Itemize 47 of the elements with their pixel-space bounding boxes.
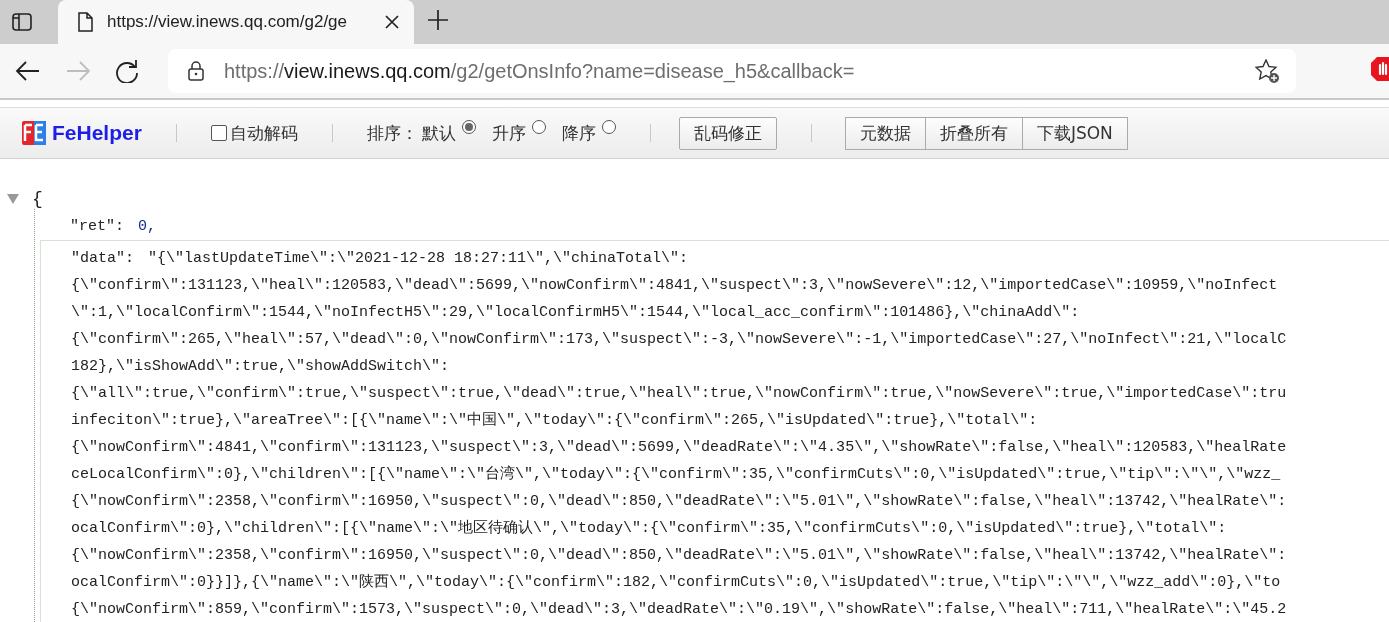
json-string-line: 182},\"isShowAdd\":true,\"showAddSwitch\": [71, 358, 450, 375]
back-icon[interactable] [15, 60, 41, 82]
json-string-line: {\"confirm\":131123,\"heal\":120583,\"dead\":5699,\"nowConfirm\":4841,\"suspect\":3,\"nowSevere\":12,\"importedCase\":10959,\"noInfect [71, 277, 1278, 294]
favorite-add-icon[interactable] [1255, 58, 1280, 84]
json-string-line: {\"nowConfirm\":2358,\"confirm\":16950,\"suspect\":0,\"dead\":850,\"deadRate\":\"5.01\",\"showRate\":false,\"heal\":13742,\"healRate\": [71, 547, 1287, 564]
radio-button[interactable] [601, 119, 616, 134]
json-string-line: "{\"lastUpdateTime\":\"2021-12-28 18:27:11\",\"chinaTotal\": [148, 250, 689, 267]
new-tab-icon[interactable] [428, 10, 448, 30]
toolbar-button[interactable]: 折叠所有 [924, 116, 1023, 150]
json-string-line: infeciton\":true},\"areaTree\":[{\"name\":\"中国\",\"today\":{\"confirm\":265,\"isUpdated\":true},\"total\": [71, 412, 1038, 429]
json-key: "ret": [70, 218, 124, 235]
toolbar-button[interactable]: 下载JSON [1021, 116, 1128, 150]
browser-tab[interactable]: https://view.inews.qq.com/g2/ge [58, 0, 414, 44]
json-brace: { [32, 189, 43, 209]
stop-hand-icon[interactable] [1371, 57, 1389, 81]
sort-label: 排序： [366, 121, 418, 145]
json-string-line: {\"all\":true,\"confirm\":true,\"suspect\":true,\"dead\":true,\"heal\":true,\"nowConfirm\":true,\"nowSevere\":true,\"importedCase\":tru [71, 385, 1287, 402]
reload-icon[interactable] [116, 59, 140, 83]
collapse-triangle-icon[interactable] [7, 194, 19, 204]
json-key: "data": [71, 250, 134, 267]
toolbar-button[interactable]: 元数据 [844, 116, 926, 150]
json-string-line: {\"nowConfirm\":859,\"confirm\":1573,\"suspect\":0,\"dead\":3,\"deadRate\":\"0.19\",\"showRate\":false,\"heal\":711,\"healRate\":\"45.2 [71, 601, 1287, 618]
address-bar[interactable]: https://view.inews.qq.com/g2/getOnsInfo?name=disease_h5&callback= [168, 49, 1296, 93]
lock-icon[interactable] [188, 61, 204, 81]
json-string-line: {\"nowConfirm\":4841,\"confirm\":131123,\"suspect\":3,\"dead\":5699,\"deadRate\":\"4.35\",\"showRate\":false,\"heal\":120583,\"healRate [71, 439, 1287, 456]
url-text: https://view.inews.qq.com/g2/getOnsInfo?name=disease_h5&callback= [224, 59, 856, 83]
tab-title: https://view.inews.qq.com/g2/ge [107, 12, 349, 32]
json-string-line: \":1,\"localConfirm\":1544,\"noInfectH5\":29,\"localConfirmH5\":1544,\"local_acc_confirm\":101486},\"chinaAdd\": [71, 304, 1080, 321]
fehelper-logo-icon [22, 121, 46, 145]
json-string-line: ocalConfirm\":0},\"children\":[{\"name\":\"地区待确认\",\"today\":{\"confirm\":35,\"confirmCuts\":0,\"isUpdated\":true},\"total\": [71, 520, 1227, 537]
radio-label: 默认 [421, 121, 456, 145]
radio-button[interactable] [461, 119, 476, 134]
close-icon[interactable] [384, 14, 400, 30]
radio-label: 降序 [561, 121, 596, 145]
checkbox[interactable] [210, 125, 227, 141]
radio-button[interactable] [531, 119, 546, 134]
json-string-line: {\"nowConfirm\":2358,\"confirm\":16950,\"suspect\":0,\"dead\":850,\"deadRate\":\"5.01\",\"showRate\":false,\"heal\":13742,\"healRate\": [71, 493, 1287, 510]
fix-encoding-button[interactable]: 乱码修正 [678, 116, 777, 150]
sidebar-icon[interactable] [12, 13, 32, 31]
json-string-line: ceLocalConfirm\":0},\"children\":[{\"name\":\"台湾\",\"today\":{\"confirm\":35,\"confirmCuts\":0,\"isUpdated\":true,\"tip\":\"\",\"wzz_ [71, 466, 1281, 483]
radio-label: 升序 [491, 121, 526, 145]
brand-name: FeHelper [52, 121, 142, 145]
json-value: 0, [138, 218, 157, 235]
json-string-line: ocalConfirm\":0}}]},{\"name\":\"陕西\",\"today\":{\"confirm\":182,\"confirmCuts\":0,\"isUpdated\":true,\"tip\":\"\",\"wzz_add\":0},\"to [71, 574, 1281, 591]
checkbox-label: 自动解码 [229, 121, 298, 145]
json-string-line: {\"confirm\":265,\"heal\":57,\"dead\":0,\"nowConfirm\":173,\"suspect\":-3,\"nowSevere\":-1,\"importedCase\":27,\"noInfect\":21,\"localC [71, 331, 1287, 348]
page-icon [78, 12, 93, 32]
